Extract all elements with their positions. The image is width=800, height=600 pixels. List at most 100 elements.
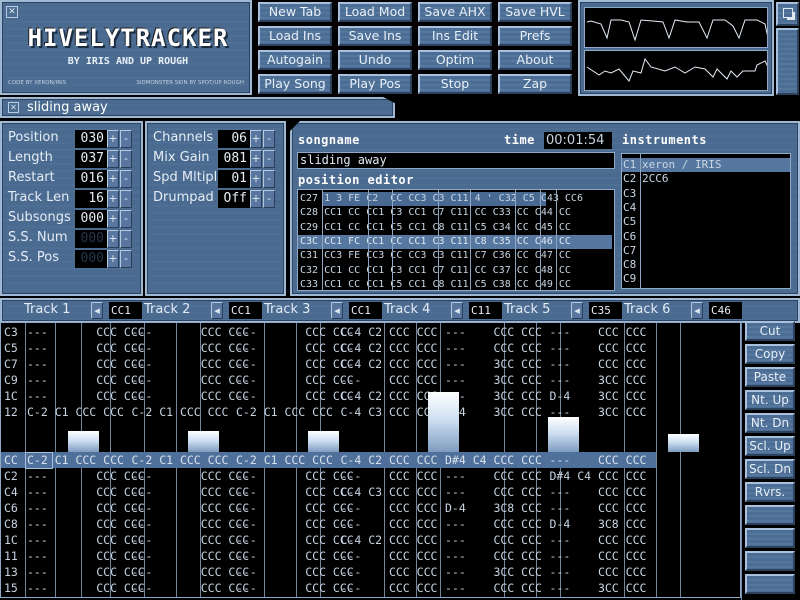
- track-cell[interactable]: C-4 C2 CCC CCC: [341, 388, 438, 404]
- increment-button[interactable]: +: [107, 150, 119, 168]
- track-cell[interactable]: --- 3CC CCC: [445, 388, 542, 404]
- track-cell[interactable]: --- CCC CCC: [550, 324, 647, 340]
- track-label[interactable]: Track 1: [24, 302, 70, 317]
- decrement-button[interactable]: -: [263, 150, 275, 168]
- toolbar-button-ins-edit[interactable]: Ins Edit: [418, 26, 492, 46]
- track-left-arrow-button[interactable]: ◂: [91, 302, 103, 319]
- track-cell[interactable]: --- CCC CCC: [236, 484, 354, 500]
- track-cell[interactable]: --- CCC CCC: [445, 516, 542, 532]
- track-cell[interactable]: --- CCC CCC: [132, 372, 250, 388]
- track-cell[interactable]: --- CCC CCC: [236, 500, 354, 516]
- track-cell[interactable]: --- CCC CCC: [445, 324, 542, 340]
- position-row[interactable]: C29 CC1 CC CC1 C5 CC1 C8 C11 C5 C34 CC C…: [298, 221, 612, 235]
- track-cell[interactable]: --- CCC CCC: [341, 580, 438, 596]
- close-tab-icon[interactable]: ✕: [6, 6, 18, 18]
- toolbar-button-zap[interactable]: Zap: [498, 74, 572, 94]
- track-cell[interactable]: --- CCC CCC: [445, 484, 542, 500]
- track-cell[interactable]: --- CCC CCC: [236, 372, 354, 388]
- pattern-row[interactable]: [1, 436, 739, 452]
- decrement-button[interactable]: -: [263, 170, 275, 188]
- increment-button[interactable]: +: [107, 130, 119, 148]
- songname-input[interactable]: sliding away: [297, 152, 615, 169]
- increment-button[interactable]: +: [250, 150, 262, 168]
- track-label[interactable]: Track 3: [264, 302, 310, 317]
- toolbar-button-autogain[interactable]: Autogain: [258, 50, 332, 70]
- track-label[interactable]: Track 6: [624, 302, 670, 317]
- track-cell[interactable]: --- CCC CCC: [132, 324, 250, 340]
- track-cell[interactable]: --- CCC CCC: [341, 372, 438, 388]
- track-cell[interactable]: --- CCC CCC: [550, 356, 647, 372]
- track-cell[interactable]: --- CCC CCC: [236, 468, 354, 484]
- track-left-arrow-button[interactable]: ◂: [451, 302, 463, 319]
- track-cell[interactable]: --- CCC CCC: [236, 548, 354, 564]
- track-cell[interactable]: D#4 3CC CCC: [445, 404, 542, 420]
- toolbar-button-load-ins[interactable]: Load Ins: [258, 26, 332, 46]
- track-cell[interactable]: --- CCC CCC: [132, 468, 250, 484]
- track-cell[interactable]: --- CCC CCC: [132, 516, 250, 532]
- instrument-item[interactable]: C6: [622, 230, 790, 244]
- track-cell[interactable]: --- CCC CCC: [550, 564, 647, 580]
- pattern-row[interactable]: C3 --- CCC CCC --- CCC CCC --- CCC CCC C-4 C…: [1, 324, 739, 340]
- song-tab[interactable]: ✕ sliding away: [8, 99, 108, 116]
- track-cell[interactable]: --- CCC CCC: [550, 548, 647, 564]
- pattern-row[interactable]: C4 --- CCC CCC --- CCC CCC --- CCC CCC C-4 C…: [1, 484, 739, 500]
- track-cell[interactable]: --- CCC CCC: [132, 340, 250, 356]
- position-row[interactable]: C32 CC1 CC CC1 C3 CC1 C7 C11 CC C37 CC C…: [298, 264, 612, 278]
- position-row[interactable]: C33 CC1 CC CC1 C5 CC1 C8 C11 C5 C38 CC C…: [298, 278, 612, 290]
- pattern-row[interactable]: 11 --- CCC CCC --- CCC CCC --- CCC CCC --- C…: [1, 548, 739, 564]
- track-cell[interactable]: C-2 C1 CCC CCC: [132, 404, 229, 420]
- track-left-arrow-button[interactable]: ◂: [691, 302, 703, 319]
- decrement-button[interactable]: -: [120, 230, 132, 248]
- position-row[interactable]: C28 CC1 CC CC1 C3 CC1 C7 C11 CC C33 CC C…: [298, 206, 612, 220]
- position-editor[interactable]: C27 1 3 FE C2 CC CC3 C3 C11 4 ' C32 C5 C…: [297, 189, 615, 291]
- track-cell[interactable]: --- CCC CCC: [27, 372, 145, 388]
- instrument-item[interactable]: C5: [622, 215, 790, 229]
- increment-button[interactable]: +: [250, 130, 262, 148]
- position-row[interactable]: C27 1 3 FE C2 CC CC3 C3 C11 4 ' C32 C5 C…: [298, 192, 612, 206]
- instrument-list[interactable]: C1 xeron / IRIS C2 2CC6 C3 C4 C5 C6 C7 C8 C9: [621, 153, 791, 289]
- track-cell[interactable]: --- CCC CCC: [132, 532, 250, 548]
- decrement-button[interactable]: -: [120, 130, 132, 148]
- toolbar-button-save-ins[interactable]: Save Ins: [338, 26, 412, 46]
- track-cell[interactable]: C-4 C3 CCC CCC: [341, 404, 438, 420]
- window-toggle-button[interactable]: [776, 2, 799, 26]
- track-cell[interactable]: --- CCC CCC: [445, 548, 542, 564]
- position-row[interactable]: C31 CC3 FE CC3 CC CC3 C3 C11 C7 C36 CC C…: [298, 249, 612, 263]
- track-cell[interactable]: --- 3CC CCC: [550, 580, 647, 596]
- track-cell[interactable]: C-4 C2 CCC CCC: [341, 452, 438, 468]
- decrement-button[interactable]: -: [120, 150, 132, 168]
- track-label[interactable]: Track 4: [384, 302, 430, 317]
- track-cell[interactable]: --- CCC CCC: [236, 516, 354, 532]
- track-cell[interactable]: --- CCC CCC: [236, 532, 354, 548]
- track-cell[interactable]: C-2 C1 CCC CCC: [132, 452, 229, 468]
- position-row[interactable]: C3C CC1 FC CC1 CC CC1 C3 C11 C8 C35 CC C…: [298, 234, 612, 249]
- pattern-row[interactable]: [1, 420, 739, 436]
- track-cell[interactable]: C-2 C1 CCC CCC: [236, 452, 333, 468]
- increment-button[interactable]: +: [107, 250, 119, 268]
- pattern-editor[interactable]: C3 --- CCC CCC --- CCC CCC --- CCC CCC C-4 C…: [0, 322, 741, 598]
- pattern-row[interactable]: 1C --- CCC CCC --- CCC CCC --- CCC CCC C-4 C…: [1, 388, 739, 404]
- track-cell[interactable]: --- CCC CCC: [341, 548, 438, 564]
- track-cell[interactable]: --- CCC CCC: [341, 468, 438, 484]
- track-cell[interactable]: --- CCC CCC: [27, 564, 145, 580]
- track-label[interactable]: Track 2: [144, 302, 190, 317]
- track-cell[interactable]: --- 3CC CCC: [445, 372, 542, 388]
- decrement-button[interactable]: -: [263, 190, 275, 208]
- decrement-button[interactable]: -: [120, 210, 132, 228]
- track-cell[interactable]: C-4 C2 CCC CCC: [341, 532, 438, 548]
- track-left-arrow-button[interactable]: ◂: [331, 302, 343, 319]
- track-cell[interactable]: D#4 C4 CCC CCC: [445, 452, 542, 468]
- track-label[interactable]: Track 5: [504, 302, 550, 317]
- instrument-item[interactable]: C2 2CC6: [622, 172, 790, 186]
- track-cell[interactable]: --- CCC CCC: [236, 340, 354, 356]
- track-cell[interactable]: C-2 C1 CCC CCC: [236, 404, 333, 420]
- track-cell[interactable]: C-4 C3 CCC CCC: [341, 484, 438, 500]
- track-cell[interactable]: --- CCC CCC: [132, 356, 250, 372]
- pattern-row[interactable]: 15 --- CCC CCC --- CCC CCC --- CCC CCC --- C…: [1, 580, 739, 596]
- decrement-button[interactable]: -: [263, 130, 275, 148]
- pattern-row[interactable]: 13 --- CCC CCC --- CCC CCC --- CCC CCC --- C…: [1, 564, 739, 580]
- increment-button[interactable]: +: [107, 170, 119, 188]
- track-cell[interactable]: --- CCC CCC: [550, 500, 647, 516]
- track-cell[interactable]: D-4 3C8 CCC: [445, 500, 542, 516]
- track-cell[interactable]: --- CCC CCC: [27, 484, 145, 500]
